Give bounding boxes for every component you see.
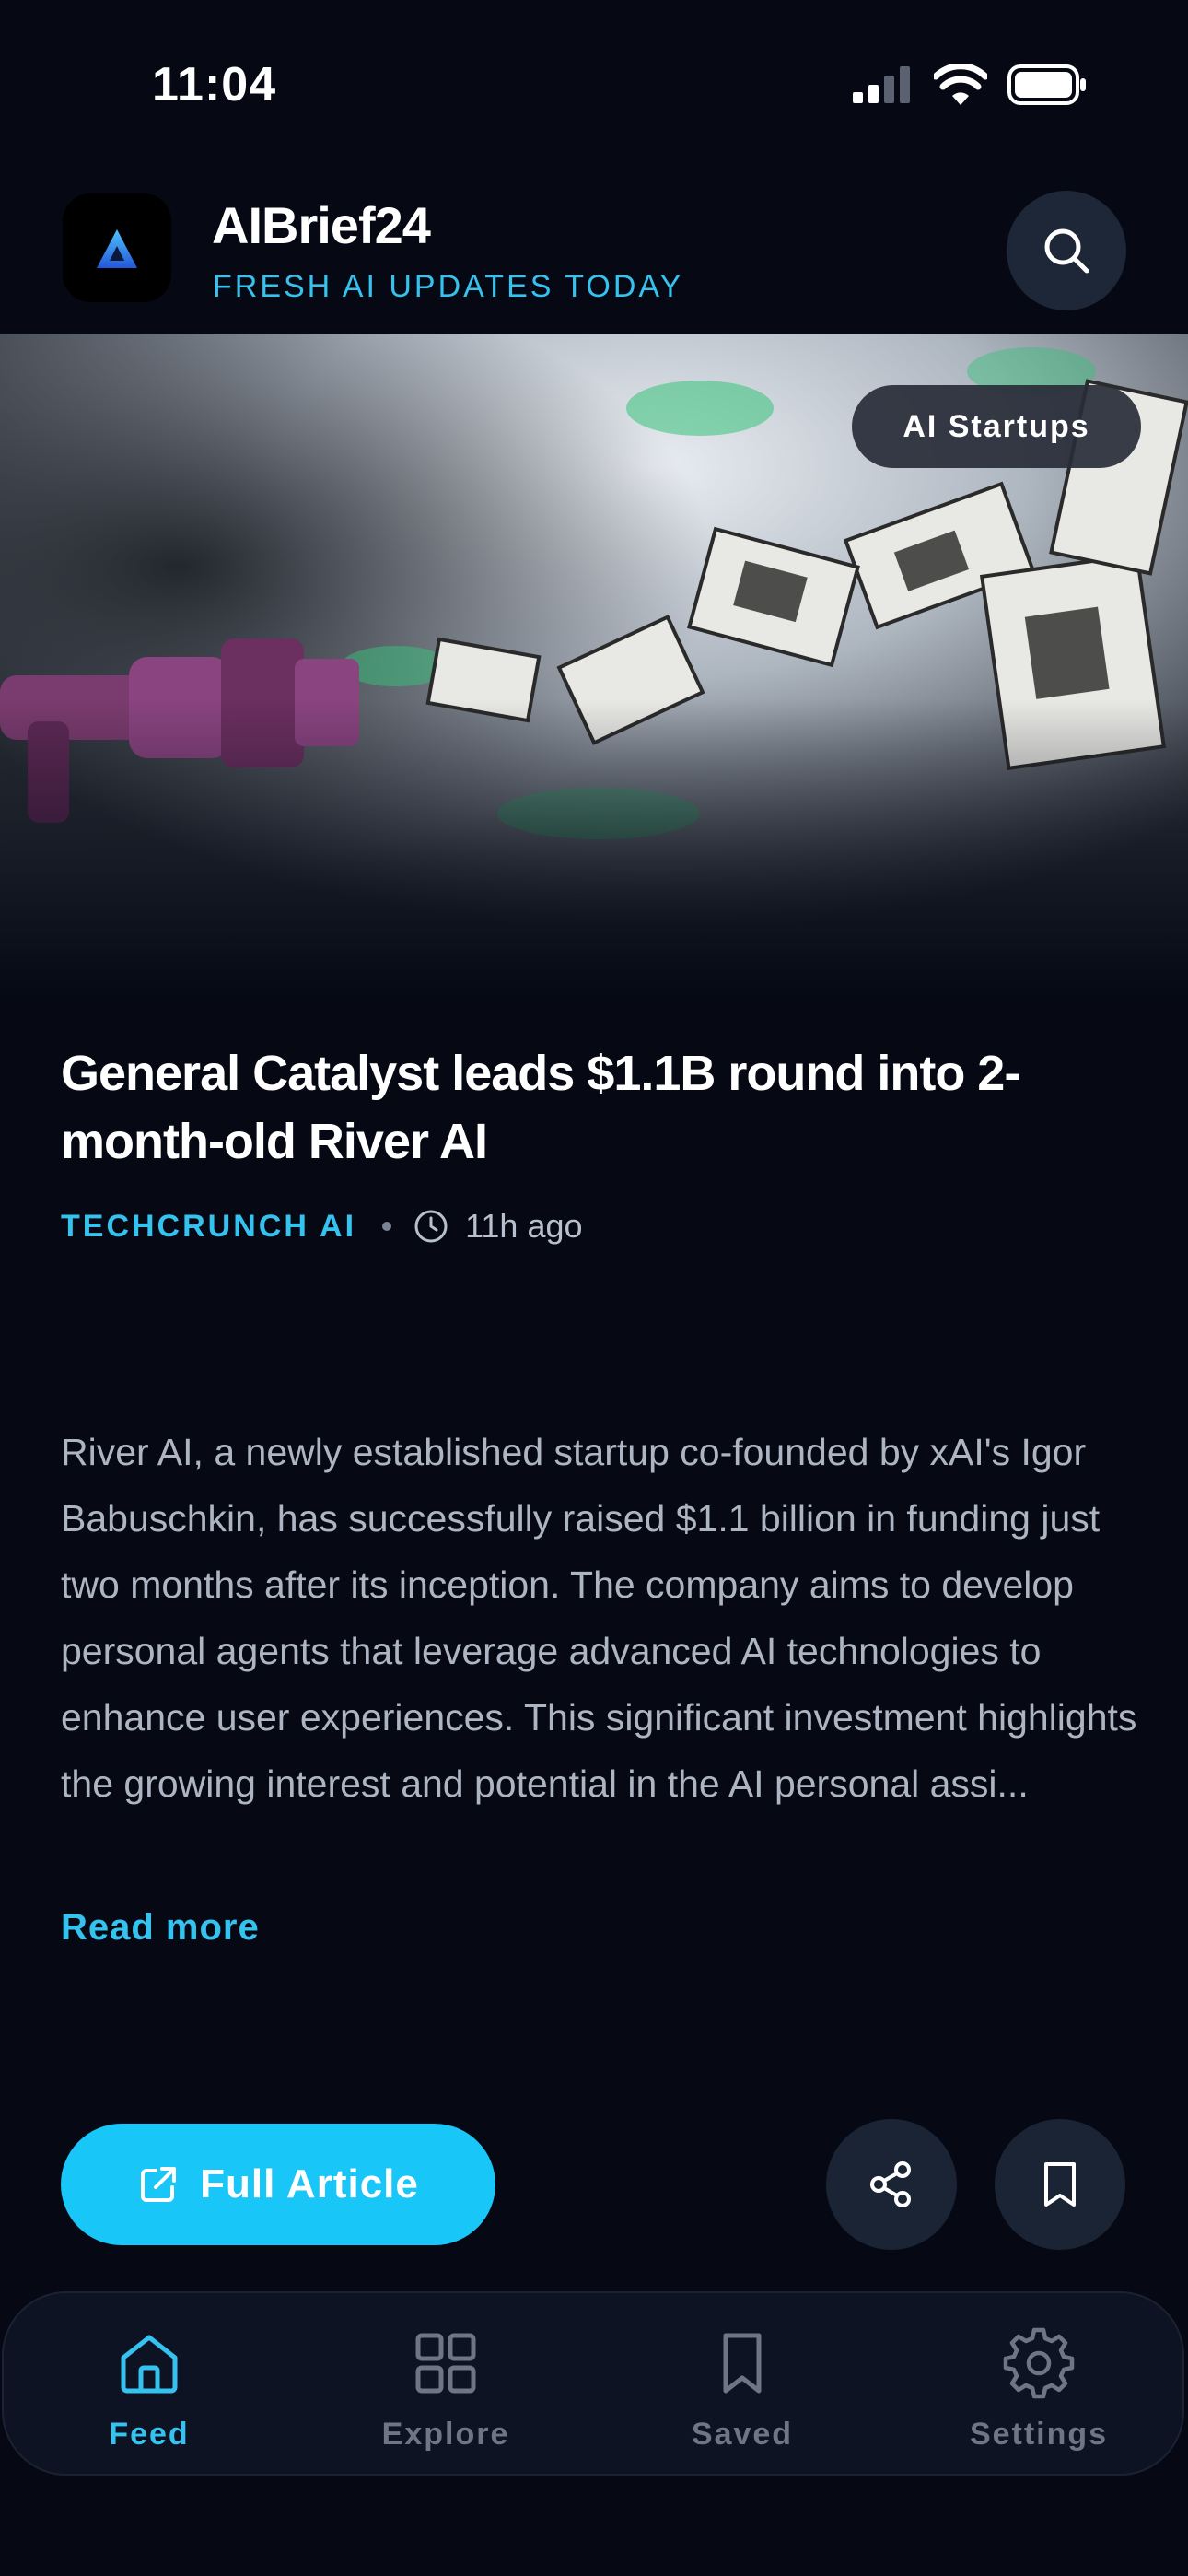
nav-label-settings: Settings: [969, 2417, 1109, 2452]
logo-triangle-icon: [97, 229, 137, 268]
app-tagline: FRESH AI UPDATES TODAY: [213, 269, 684, 304]
article-meta: TECHCRUNCH AI 11h ago: [61, 1207, 583, 1246]
signal-icon: [853, 66, 910, 103]
article-source[interactable]: TECHCRUNCH AI: [61, 1209, 356, 1245]
home-icon: [121, 2335, 178, 2394]
external-link-icon: [141, 2167, 177, 2202]
nav-item-feed[interactable]: Feed: [48, 2326, 250, 2453]
share-button[interactable]: [826, 2119, 957, 2250]
battery-icon: [1007, 64, 1086, 105]
nav-label-feed: Feed: [109, 2417, 190, 2452]
full-article-label: Full Article: [200, 2161, 419, 2207]
nav-label-explore: Explore: [381, 2417, 510, 2452]
bookmark-icon: [1044, 2162, 1076, 2207]
clock-icon: [414, 1210, 448, 1243]
gear-icon: [1003, 2327, 1075, 2399]
article-summary: River AI, a newly established startup co…: [61, 1431, 1137, 1805]
bookmark-button[interactable]: [995, 2119, 1125, 2250]
status-icons: [853, 64, 1087, 105]
app-logo: [63, 193, 171, 302]
app-title: AIBrief24: [212, 196, 431, 254]
search-button[interactable]: [1007, 191, 1126, 310]
search-icon: [1044, 228, 1089, 274]
nav-item-settings[interactable]: Settings: [938, 2326, 1140, 2453]
bookmark-icon: [723, 2333, 762, 2394]
article-headline[interactable]: General Catalyst leads $1.1B round into …: [61, 1039, 1138, 1176]
read-more-link[interactable]: Read more: [61, 1907, 260, 1949]
wifi-icon: [934, 64, 987, 105]
full-article-button[interactable]: Full Article: [61, 2124, 495, 2245]
nav-label-saved: Saved: [691, 2417, 794, 2452]
meta-separator: [382, 1222, 392, 1231]
grid-icon: [415, 2333, 476, 2394]
share-icon: [870, 2161, 911, 2207]
status-time: 11:04: [152, 58, 277, 111]
article-time: 11h ago: [465, 1207, 583, 1245]
nav-item-explore[interactable]: Explore: [344, 2326, 547, 2453]
nav-item-saved[interactable]: Saved: [641, 2326, 844, 2453]
category-badge[interactable]: AI Startups: [852, 385, 1141, 468]
